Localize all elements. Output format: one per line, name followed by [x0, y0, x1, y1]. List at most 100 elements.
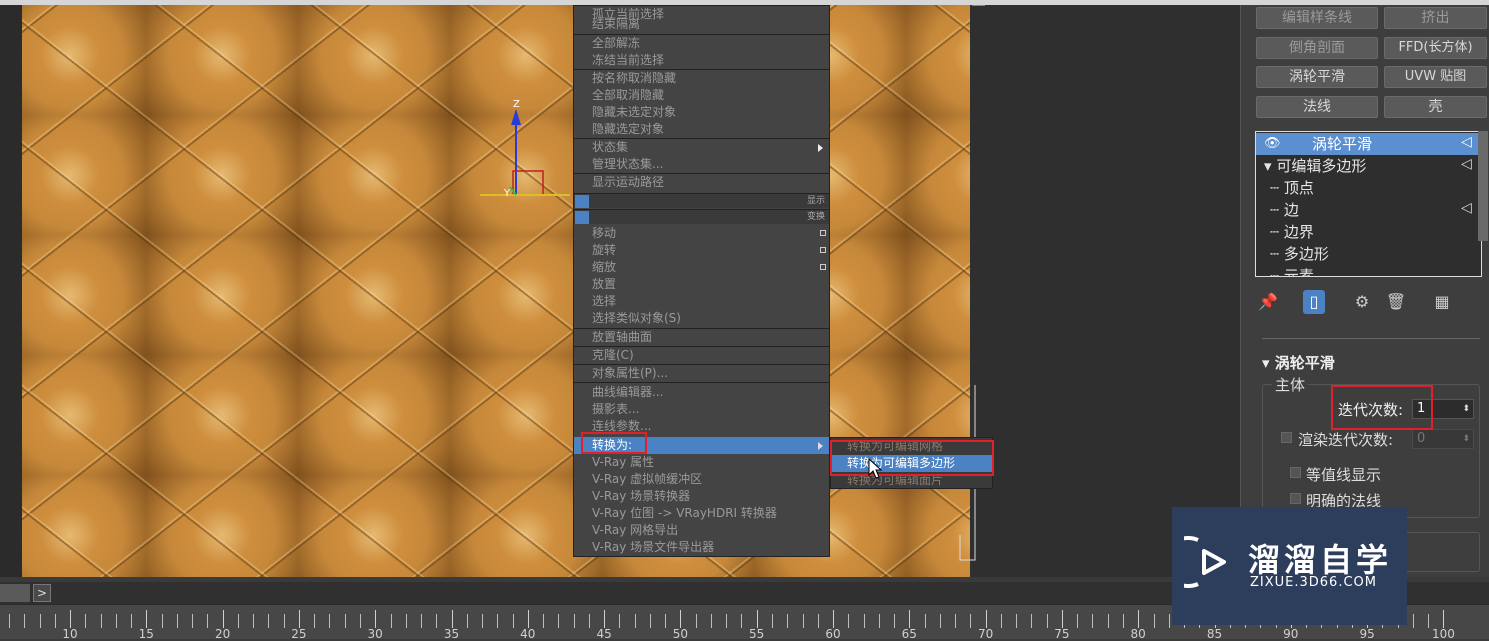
render-iters-checkbox[interactable]	[1281, 432, 1292, 443]
menu-item-vray-scene-export[interactable]: V-Ray 场景文件导出器	[574, 539, 829, 556]
modifier-button-uvw-map[interactable]: UVW 贴图	[1384, 66, 1487, 88]
rollout-title[interactable]: ▾ 涡轮平滑	[1262, 352, 1335, 373]
settings-box-icon[interactable]	[820, 247, 826, 253]
next-frame-icon[interactable]: >	[33, 584, 51, 602]
timeline-tick	[955, 614, 957, 628]
modifier-button-shell[interactable]: 壳	[1384, 96, 1487, 118]
transform-gizmo[interactable]: Z Y	[480, 95, 570, 210]
timeline-tick	[527, 610, 529, 628]
timeline-tick	[421, 614, 422, 628]
menu-item-vray-vfb[interactable]: V-Ray 虚拟帧缓冲区	[574, 471, 829, 488]
stack-item-turbosmooth[interactable]: 涡轮平滑	[1256, 133, 1481, 155]
timeline-tick	[665, 614, 667, 628]
stack-subitem-vertex[interactable]: ┄ 顶点	[1256, 177, 1481, 199]
timeline-tick	[1000, 614, 1002, 628]
render-iters-spinner[interactable]: 0 ⬍	[1412, 429, 1474, 449]
modifier-button-normal[interactable]: 法线	[1256, 96, 1378, 118]
menu-item-curve-editor[interactable]: 曲线编辑器...	[574, 384, 829, 401]
show-end-result-icon[interactable]: ▯	[1303, 290, 1325, 314]
modifier-button-edit-spline[interactable]: 编辑样条线	[1256, 7, 1378, 29]
stack-scrollbar[interactable]	[1478, 131, 1488, 241]
timeline-tick	[54, 614, 56, 628]
spinner-arrows-icon[interactable]: ⬍	[1462, 400, 1470, 418]
menu-item-hide-selection[interactable]: 隐藏选定对象	[574, 121, 829, 138]
menu-item-scale-label: 缩放	[592, 260, 617, 274]
menu-item-dope-sheet[interactable]: 摄影表...	[574, 401, 829, 418]
modifier-stack[interactable]: 涡轮平滑 👁 ◁ ▾ 可编辑多边形 ◁ ┄ 顶点 ┄ 边 ◁ ┄ 边界 ┄ 多边…	[1255, 131, 1482, 277]
stack-item-editable-poly[interactable]: ▾ 可编辑多边形	[1256, 155, 1481, 177]
timeline-tick	[146, 610, 148, 628]
menu-item-move-label: 移动	[592, 226, 617, 240]
timeline-tick	[237, 614, 239, 628]
timeline-tick	[283, 614, 285, 628]
menu-item-unhide-all[interactable]: 全部取消隐藏	[574, 87, 829, 104]
modifier-button-ffd-box[interactable]: FFD(长方体)	[1384, 37, 1487, 59]
timeline-tick	[1138, 610, 1140, 628]
make-unique-icon[interactable]: ⚙	[1351, 290, 1373, 314]
menu-item-rotate-label: 旋转	[592, 243, 617, 257]
timeline-tick	[588, 614, 590, 628]
menu-item-select[interactable]: 选择	[574, 293, 829, 310]
timeline-tick	[375, 610, 377, 628]
menu-item-freeze-selection[interactable]: 冻结当前选择	[574, 52, 829, 69]
stack-subitem-border[interactable]: ┄ 边界	[1256, 221, 1481, 243]
explicit-normals-checkbox[interactable]	[1290, 493, 1301, 504]
timeline-tick	[573, 614, 575, 628]
menu-item-select-similar[interactable]: 选择类似对象(S)	[574, 310, 829, 327]
modifier-button-turbosmooth[interactable]: 涡轮平滑	[1256, 66, 1378, 88]
spinner-arrows-icon[interactable]: ⬍	[1462, 430, 1470, 448]
timeline-tick	[543, 614, 545, 628]
timeline-tick	[1016, 614, 1018, 628]
menu-item-unhide-by-name[interactable]: 按名称取消隐藏	[574, 70, 829, 87]
menu-item-state-sets[interactable]: 状态集	[574, 139, 829, 156]
menu-item-clone[interactable]: 克隆(C)	[574, 347, 829, 364]
timeline-tick	[970, 614, 972, 628]
quad-color-swatch	[575, 195, 589, 208]
pin-triangle-icon: ◁	[1461, 134, 1472, 150]
isoline-checkbox[interactable]	[1290, 467, 1301, 478]
modifier-button-extrude[interactable]: 挤出	[1384, 7, 1487, 29]
menu-item-place-pivot[interactable]: 放置轴曲面	[574, 329, 829, 346]
stack-subitem-element-label: 元素	[1283, 267, 1314, 277]
menu-item-vray-scene-converter[interactable]: V-Ray 场景转换器	[574, 488, 829, 505]
timeline-tick	[1122, 614, 1124, 628]
menu-item-place[interactable]: 放置	[574, 276, 829, 293]
stack-subitem-border-label: 边界	[1283, 223, 1314, 241]
timeline-tick	[131, 614, 132, 628]
stack-subitem-element[interactable]: ┄ 元素	[1256, 265, 1481, 277]
panel-divider	[1262, 338, 1480, 339]
menu-item-unfreeze-all[interactable]: 全部解冻	[574, 35, 829, 52]
stack-item-editable-poly-label: 可编辑多边形	[1276, 157, 1367, 175]
menu-item-move[interactable]: 移动	[574, 225, 829, 242]
pin-stack-icon[interactable]: 📌	[1257, 290, 1279, 314]
menu-item-vray-bitmap-converter[interactable]: V-Ray 位图 -> VRayHDRI 转换器	[574, 505, 829, 522]
menu-item-state-sets-label: 状态集	[592, 140, 629, 154]
menu-item-hide-unselected[interactable]: 隐藏未选定对象	[574, 104, 829, 121]
timeline-tick	[756, 610, 758, 628]
menu-item-object-properties[interactable]: 对象属性(P)...	[574, 365, 829, 382]
menu-item-vray-properties[interactable]: V-Ray 属性	[574, 454, 829, 471]
time-slider-thumb[interactable]	[0, 584, 30, 602]
timeline-tick	[329, 614, 331, 628]
configure-sets-icon[interactable]: ▦	[1431, 290, 1453, 314]
stack-toolbar: 📌 ▯ ⚙ 🗑 ▦	[1255, 290, 1455, 316]
stack-subitem-polygon[interactable]: ┄ 多边形	[1256, 243, 1481, 265]
timeline-tick	[207, 614, 209, 628]
timeline-tick	[802, 614, 804, 628]
timeline-tick	[9, 614, 10, 628]
menu-item-manage-state-sets[interactable]: 管理状态集...	[574, 156, 829, 173]
menu-item-rotate[interactable]: 旋转	[574, 242, 829, 259]
settings-box-icon[interactable]	[820, 264, 826, 270]
stack-subitem-edge[interactable]: ┄ 边	[1256, 199, 1481, 221]
menu-item-scale[interactable]: 缩放	[574, 259, 829, 276]
modifier-button-bevel-profile[interactable]: 倒角剖面	[1256, 37, 1378, 59]
menu-item-vray-mesh-export[interactable]: V-Ray 网格导出	[574, 522, 829, 539]
settings-box-icon[interactable]	[820, 230, 826, 236]
timeline-tick	[314, 614, 316, 628]
menu-item-end-isolate[interactable]: 结束隔离	[574, 16, 829, 33]
quad-header-transform: 变换	[574, 209, 829, 224]
remove-modifier-icon[interactable]: 🗑	[1385, 290, 1407, 314]
eye-icon[interactable]: 👁	[1264, 136, 1281, 151]
timeline-tick	[390, 614, 392, 628]
menu-item-motion-paths[interactable]: 显示运动路径	[574, 174, 829, 191]
